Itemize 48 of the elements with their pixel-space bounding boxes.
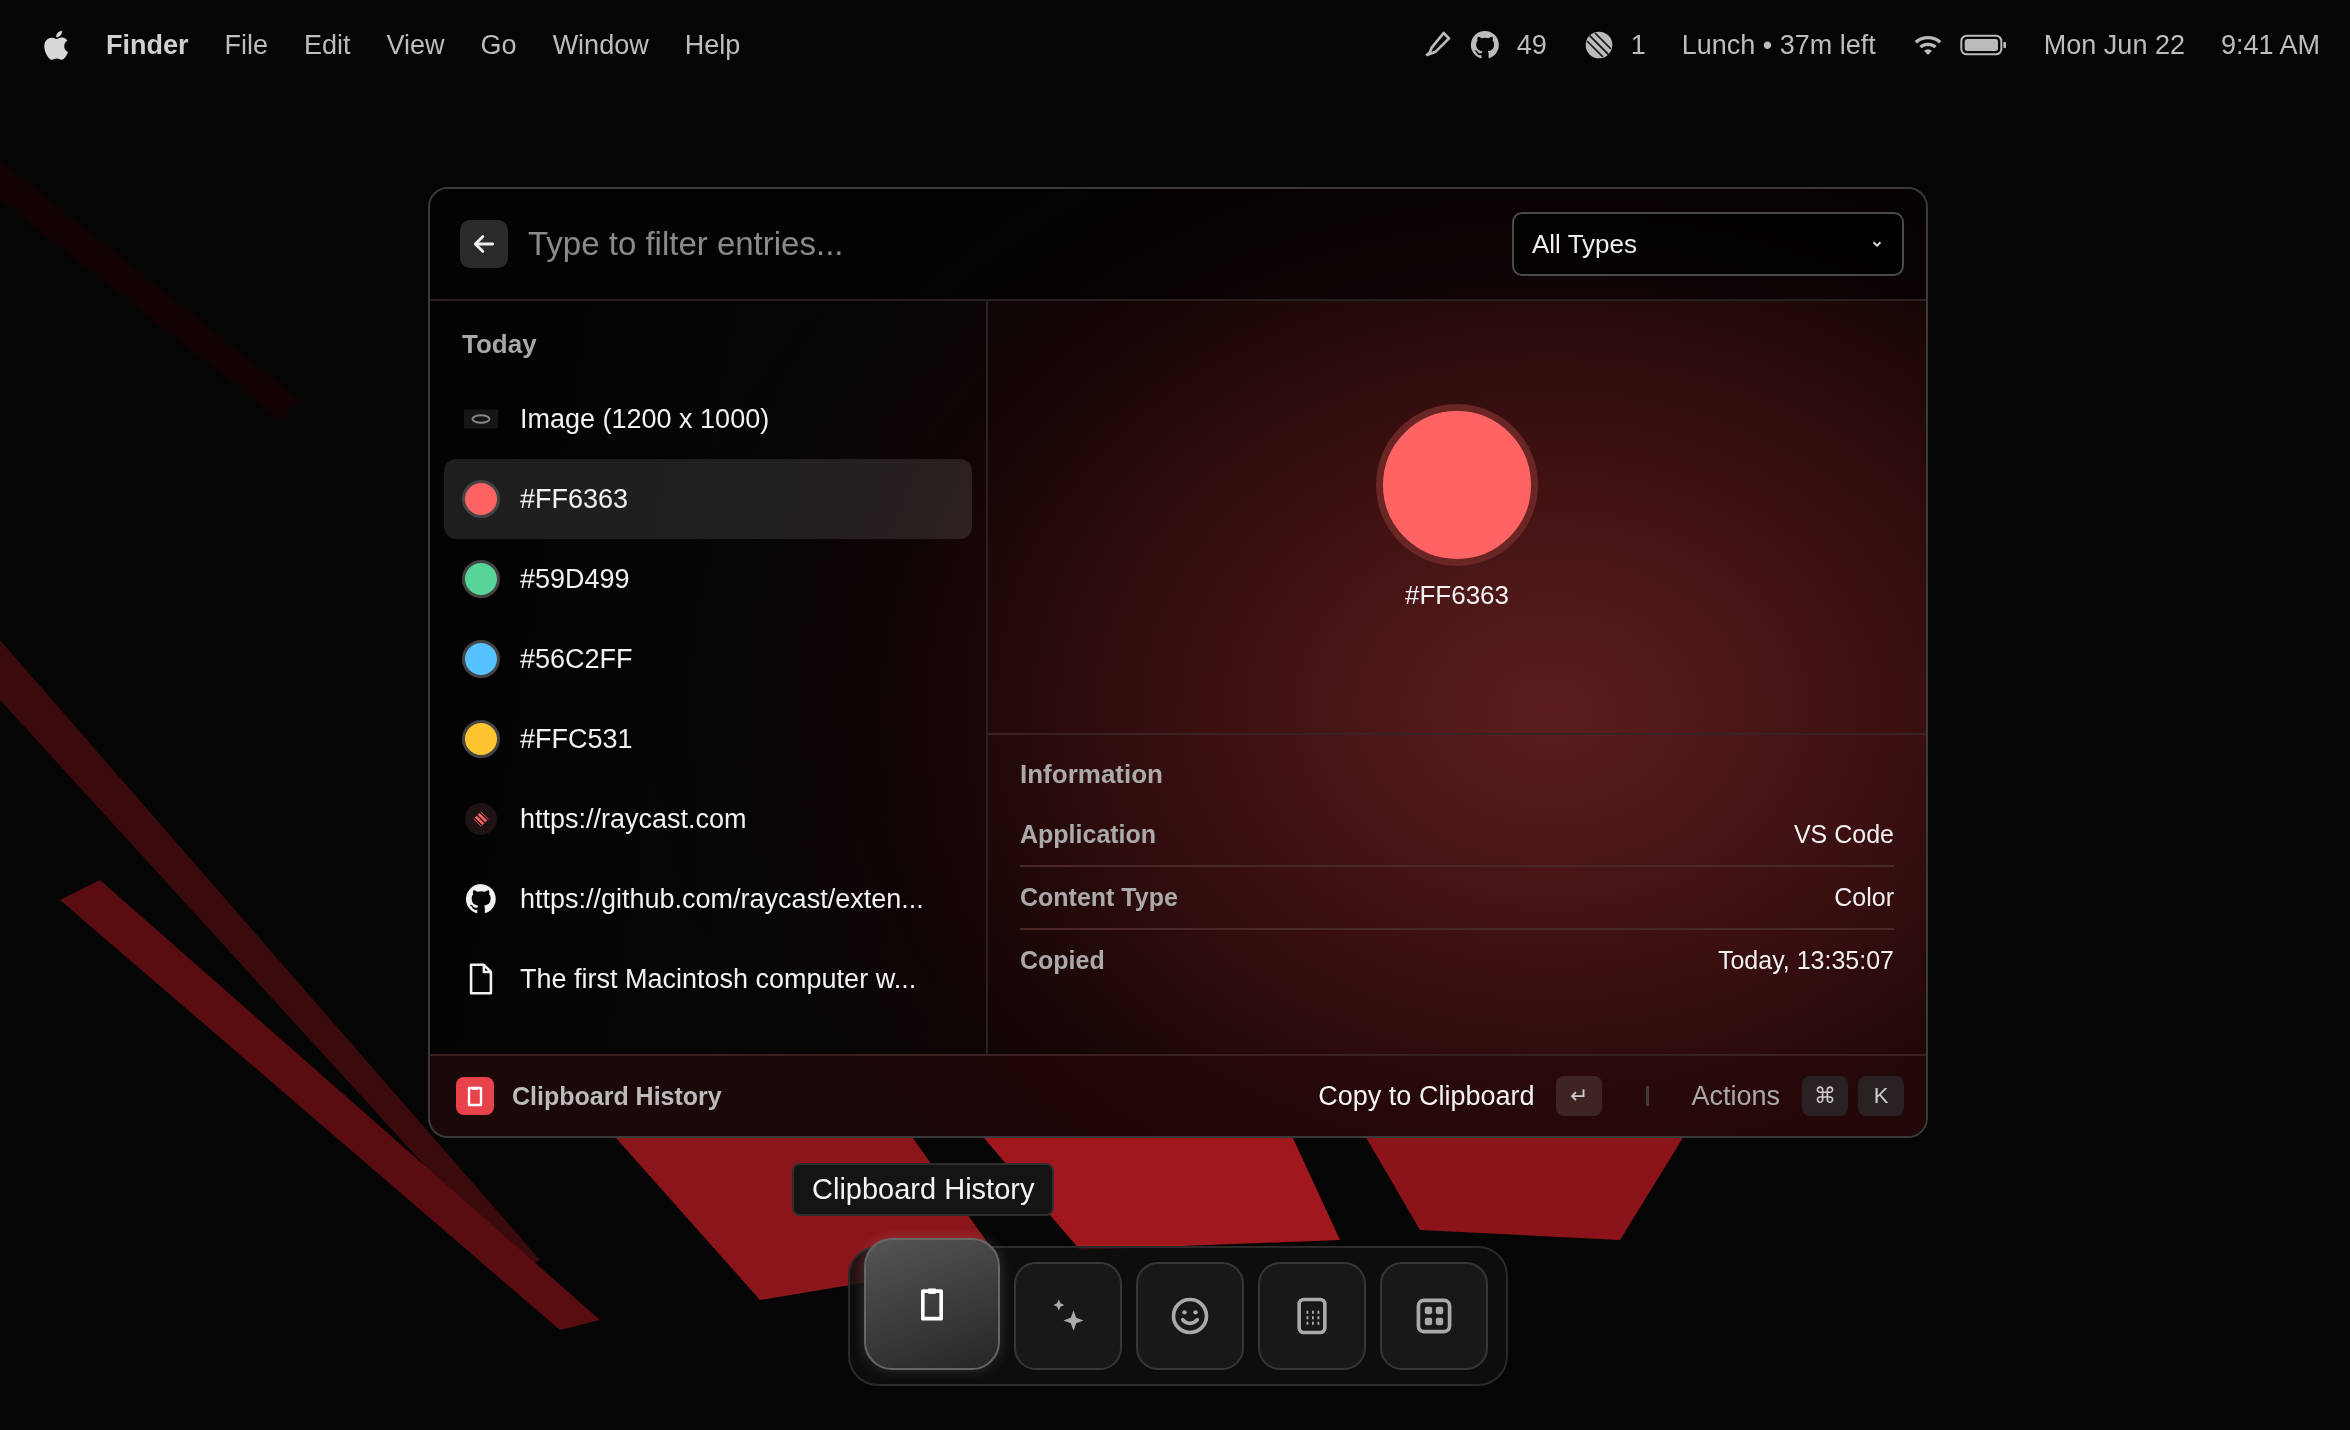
menu-item[interactable]: Help xyxy=(684,29,741,61)
copy-action[interactable]: Copy to Clipboard xyxy=(1306,1080,1547,1112)
info-label: Application xyxy=(1020,820,1157,849)
extension-title: Clipboard History xyxy=(512,1081,722,1111)
search-field[interactable]: Type to filter entries... xyxy=(526,224,1494,264)
list-item[interactable]: https://github.com/raycast/exten... xyxy=(444,859,972,939)
type-dropdown[interactable]: All Types xyxy=(1512,212,1904,276)
info-value: VS Code xyxy=(1793,820,1894,849)
menu-item[interactable]: Window xyxy=(552,29,649,61)
list-item[interactable]: #56C2FF xyxy=(444,619,972,699)
github-icon xyxy=(464,882,498,916)
status-text[interactable]: 9:41 AM xyxy=(2220,29,2320,61)
status-text[interactable]: Lunch • 37m left xyxy=(1681,29,1876,61)
menu-item[interactable]: Edit xyxy=(304,29,351,61)
notification-count: 49 xyxy=(1516,29,1547,61)
keyboard-key: K xyxy=(1858,1076,1904,1116)
list-item[interactable]: #FF6363 xyxy=(444,459,972,539)
color-code: #FF6363 xyxy=(1404,579,1510,611)
list-item[interactable]: https://raycast.com xyxy=(444,779,972,859)
section-header: Today xyxy=(461,328,538,361)
dock-item[interactable] xyxy=(864,1238,1000,1370)
raycast-logo-icon xyxy=(464,802,498,836)
github-icon[interactable] xyxy=(1468,29,1501,61)
list-item[interactable]: The first Macintosh computer w... xyxy=(444,939,972,1019)
actions-button[interactable]: Actions xyxy=(1679,1080,1792,1112)
list-item[interactable]: #FFC531 xyxy=(444,699,972,779)
menu-item[interactable]: Go xyxy=(480,29,517,61)
menu-item[interactable]: File xyxy=(224,29,269,61)
menu-item[interactable]: View xyxy=(386,29,445,61)
tooltip: Clipboard History xyxy=(792,1163,1055,1216)
list-item[interactable]: Image (1200 x 1000) xyxy=(444,379,972,459)
keyboard-key: ↵ xyxy=(1556,1076,1603,1116)
info-label: Copied xyxy=(1020,946,1105,975)
menu-item[interactable]: Finder xyxy=(106,29,189,61)
info-label: Content Type xyxy=(1020,883,1178,912)
status-text[interactable]: Mon Jun 22 xyxy=(2043,29,2185,61)
battery-icon[interactable] xyxy=(1959,32,2008,58)
info-value: Today, 13:35:07 xyxy=(1717,946,1894,975)
back-button[interactable] xyxy=(460,220,508,268)
dock-item[interactable] xyxy=(1258,1262,1366,1370)
clipboard-app-icon xyxy=(456,1077,494,1115)
list-item[interactable]: #59D499 xyxy=(444,539,972,619)
keyboard-key: ⌘ xyxy=(1802,1076,1848,1116)
info-value: Color xyxy=(1834,883,1894,912)
issue-count: 1 xyxy=(1630,29,1646,61)
section-header: Information xyxy=(1020,758,1164,791)
dock-item[interactable] xyxy=(1380,1262,1488,1370)
dock-item[interactable] xyxy=(1136,1262,1244,1370)
